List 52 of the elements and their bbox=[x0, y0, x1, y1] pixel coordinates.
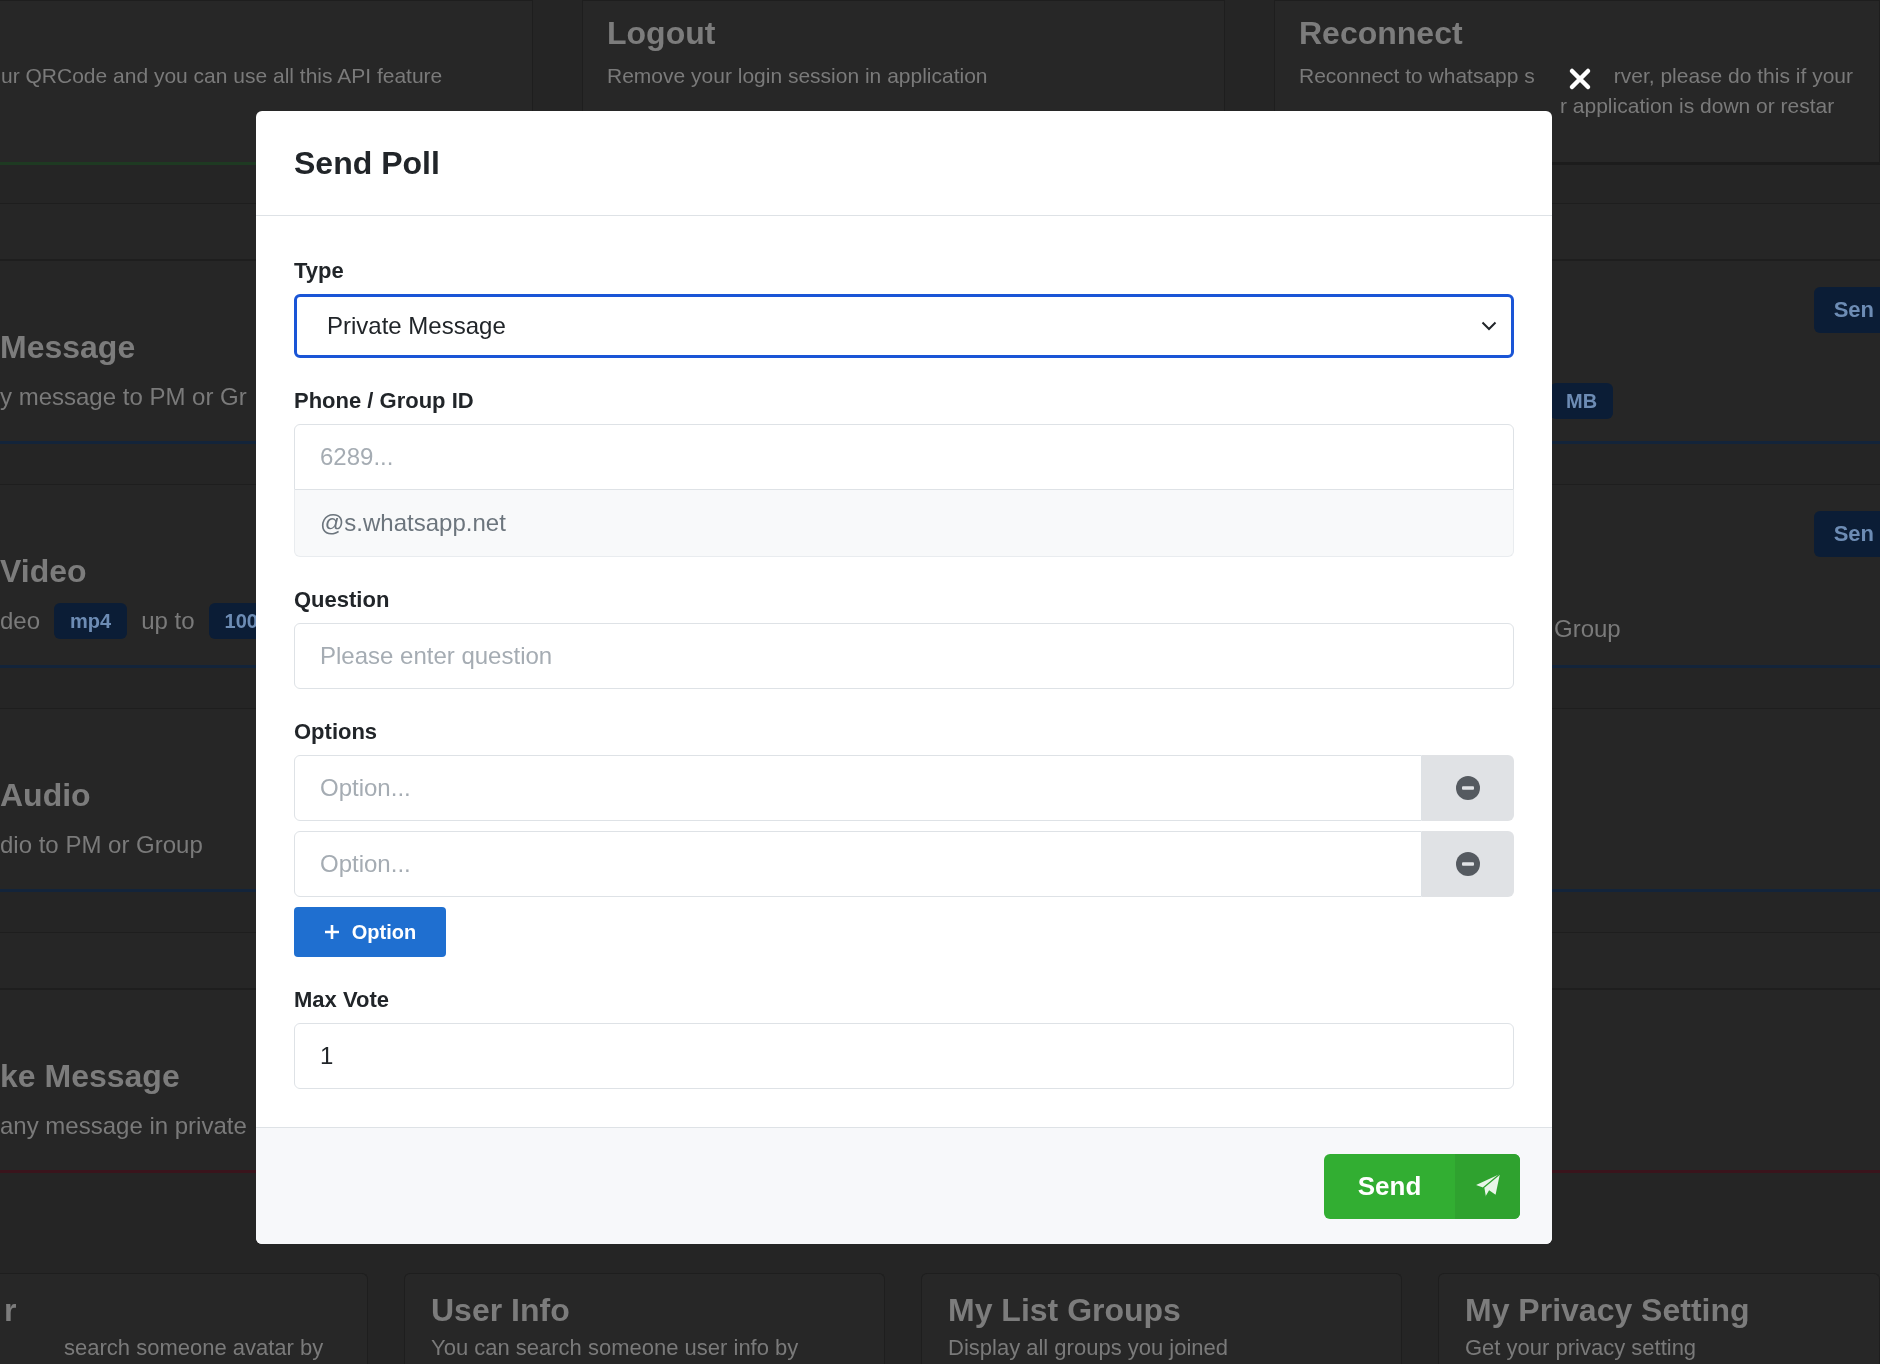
card-description: search someone avatar by bbox=[63, 1334, 325, 1362]
type-select[interactable]: Private Message bbox=[294, 294, 1514, 358]
send-button[interactable]: Send bbox=[1324, 1153, 1520, 1219]
card-title: Reconnect bbox=[1299, 14, 1464, 53]
modal-title: Send Poll bbox=[294, 144, 440, 182]
card-title: Audio bbox=[0, 776, 92, 815]
chevron-down-icon bbox=[1481, 321, 1497, 331]
field-label: Type bbox=[294, 257, 345, 285]
card-title: User Info bbox=[431, 1291, 571, 1330]
card-title: My Privacy Setting bbox=[1465, 1291, 1751, 1330]
card-description: You can search someone user info by bbox=[431, 1334, 800, 1362]
card-title: Message bbox=[0, 328, 137, 367]
close-icon bbox=[1568, 67, 1592, 91]
card-description: deo bbox=[0, 606, 41, 636]
input-field[interactable]: Please enter question bbox=[294, 623, 1514, 689]
send-button[interactable]: Sen bbox=[1813, 287, 1880, 333]
field-label: Question bbox=[294, 586, 391, 614]
card-description: Group bbox=[1553, 614, 1621, 644]
card-title: Video bbox=[0, 552, 88, 591]
card-description: Remove your login session in application bbox=[607, 63, 988, 89]
field-label: Max Vote bbox=[294, 986, 390, 1014]
input-field[interactable]: 6289... bbox=[294, 424, 1514, 490]
card-description: up to bbox=[141, 606, 195, 636]
card-title: My List Groups bbox=[948, 1291, 1182, 1330]
tag-badge: MB bbox=[1550, 383, 1614, 419]
card-description: rver, please do this if your bbox=[1613, 63, 1853, 89]
card-description: r application is down or restar bbox=[1560, 93, 1835, 119]
add-option-button[interactable]: Option bbox=[294, 907, 446, 957]
card-description: any message in private bbox=[0, 1111, 247, 1141]
plus-icon bbox=[323, 924, 340, 940]
input-field[interactable]: Option... bbox=[294, 831, 1422, 897]
minus-circle-icon bbox=[1456, 852, 1480, 876]
card-title: r bbox=[3, 1291, 18, 1330]
card-description: y message to PM or Gr bbox=[0, 382, 247, 412]
field-label: Phone / Group ID bbox=[294, 387, 475, 415]
paper-plane-icon bbox=[1474, 1173, 1501, 1199]
card-description: ur QRCode and you can use all this API feature bbox=[1, 63, 443, 89]
input-field[interactable]: 1 bbox=[294, 1023, 1514, 1089]
input-addon: @s.whatsapp.net bbox=[294, 490, 1514, 557]
card-title: Logout bbox=[607, 14, 717, 53]
field-label: Options bbox=[294, 718, 379, 746]
card-description: Get your privacy setting bbox=[1465, 1334, 1698, 1362]
card-description: Reconnect to whatsapp s bbox=[1299, 63, 1535, 89]
tag-badge: mp4 bbox=[54, 603, 128, 639]
card-description: dio to PM or Group bbox=[0, 830, 203, 860]
send-button[interactable]: Sen bbox=[1813, 511, 1880, 557]
remove-button[interactable] bbox=[1422, 755, 1514, 821]
card-description: Display all groups you joined bbox=[948, 1334, 1230, 1362]
minus-circle-icon bbox=[1456, 776, 1480, 800]
input-field[interactable]: Option... bbox=[294, 755, 1422, 821]
card-title: ke Message bbox=[0, 1057, 181, 1096]
remove-button[interactable] bbox=[1422, 831, 1514, 897]
